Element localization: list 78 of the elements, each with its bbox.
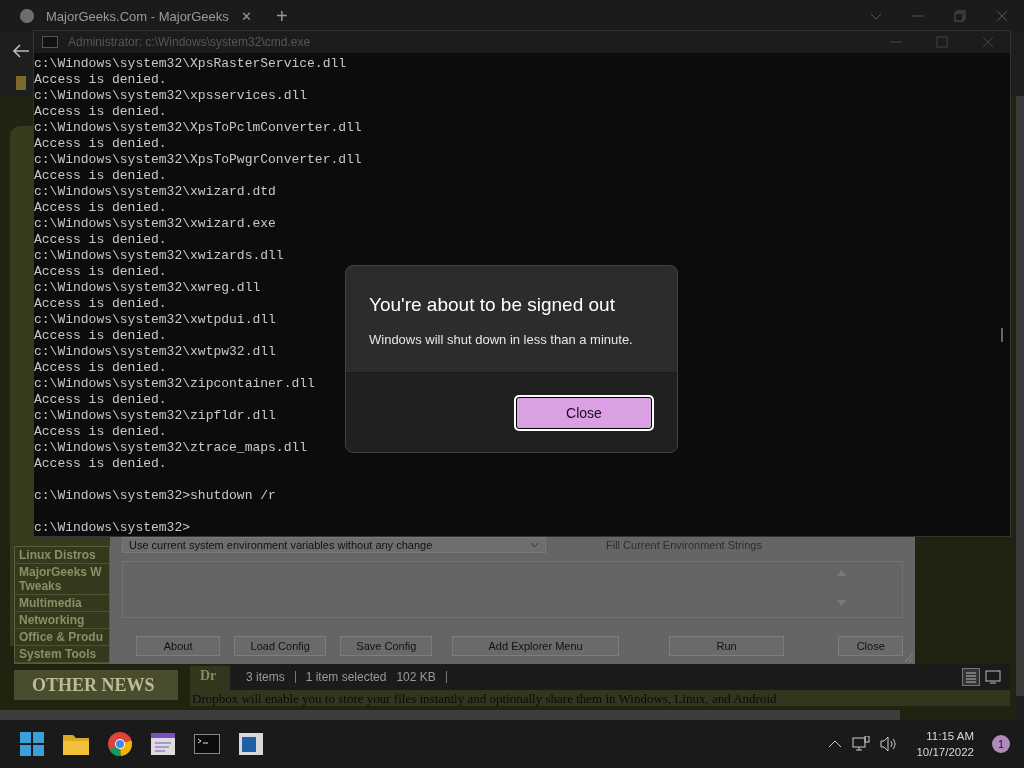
- console-line: Access is denied.: [34, 72, 167, 88]
- environment-dropdown[interactable]: Use current system environment variables without any change: [122, 537, 546, 553]
- category-link[interactable]: MajorGeeks W Tweaks: [15, 564, 109, 595]
- console-line: c:\Windows\system32>: [34, 520, 191, 536]
- new-tab-button[interactable]: +: [276, 4, 288, 28]
- volume-icon[interactable]: [880, 736, 899, 752]
- console-line: Access is denied.: [34, 200, 167, 216]
- console-line: c:\Windows\system32\zipfldr.dll: [34, 408, 276, 424]
- app-window-icon[interactable]: [239, 733, 263, 755]
- dialog-title: You're about to be signed out: [369, 294, 616, 316]
- terminal-icon[interactable]: [194, 734, 220, 754]
- action-button[interactable]: Run: [668, 636, 785, 656]
- details-view-icon[interactable]: [962, 668, 980, 686]
- chevron-up-icon[interactable]: [828, 740, 843, 748]
- console-line: Access is denied.: [34, 392, 167, 408]
- site-favicon-icon: [20, 9, 34, 23]
- console-line: c:\Windows\system32\xwreg.dll: [34, 280, 261, 296]
- window-title: Administrator: c:\Windows\system32\cmd.exe: [68, 35, 311, 49]
- console-line: Access is denied.: [34, 328, 167, 344]
- console-line: c:\Windows\system32\xpsservices.dll: [34, 88, 308, 104]
- console-line: Access is denied.: [34, 264, 167, 280]
- category-link[interactable]: Linux Distros: [15, 547, 109, 564]
- tiles-view-icon[interactable]: [984, 668, 1002, 686]
- resize-grip-icon[interactable]: [905, 654, 913, 662]
- console-line: c:\Windows\system32\XpsRasterService.dll: [34, 56, 347, 72]
- horizontal-scrollbar[interactable]: [0, 710, 900, 720]
- console-line: Access is denied.: [34, 136, 167, 152]
- category-link[interactable]: Office & Produ: [15, 629, 109, 646]
- selection-status: 1 item selected: [305, 670, 387, 684]
- start-icon[interactable]: [20, 732, 44, 756]
- tab-close-button[interactable]: ✕: [240, 8, 252, 24]
- dialog-message: Windows will shut down in less than a minute.: [369, 332, 634, 347]
- console-line: Access is denied.: [34, 232, 167, 248]
- news-heading: OTHER NEWS: [32, 674, 155, 696]
- notification-badge[interactable]: 1: [992, 735, 1010, 753]
- clock-date[interactable]: 10/17/2022: [916, 744, 974, 760]
- clock-time[interactable]: 11:15 AM: [926, 728, 974, 744]
- article-heading[interactable]: Dr: [200, 668, 217, 684]
- action-button[interactable]: Add Explorer Menu: [452, 636, 619, 656]
- category-link[interactable]: Networking: [15, 612, 109, 629]
- category-link[interactable]: Multimedia: [15, 595, 109, 612]
- maximize-icon[interactable]: [936, 36, 948, 48]
- console-line: Access is denied.: [34, 456, 167, 472]
- item-count: 3 items: [246, 670, 285, 684]
- restore-icon[interactable]: [954, 10, 966, 22]
- close-button[interactable]: Close: [514, 394, 654, 431]
- console-line: c:\Windows\system32\ztrace_maps.dll: [34, 440, 308, 456]
- action-button[interactable]: Load Config: [234, 636, 327, 656]
- close-icon[interactable]: [996, 10, 1008, 22]
- console-icon: [42, 36, 58, 48]
- console-line: Access is denied.: [34, 168, 167, 184]
- category-link[interactable]: System Tools: [15, 646, 109, 663]
- scrollbar-thumb[interactable]: [1001, 328, 1003, 342]
- console-line: Access is denied.: [34, 104, 167, 120]
- selection-size: 102 KB: [396, 670, 436, 684]
- network-icon[interactable]: [852, 736, 871, 752]
- console-line: c:\Windows\system32\xwtpw32.dll: [34, 344, 276, 360]
- console-line: c:\Windows\system32\XpsToPwgrConverter.dll: [34, 152, 362, 168]
- browser-icon[interactable]: [108, 732, 132, 756]
- console-line: c:\Windows\system32\xwizard.dtd: [34, 184, 276, 200]
- dropdown-caret-icon: [530, 542, 539, 548]
- action-button[interactable]: Save Config: [340, 636, 433, 656]
- console-line: c:\Windows\system32\xwizard.exe: [34, 216, 276, 232]
- console-line: c:\Windows\system32\zipcontainer.dll: [34, 376, 315, 392]
- console-line: c:\Windows\system32\XpsToPclmConverter.dll: [34, 120, 362, 136]
- console-line: Access is denied.: [34, 360, 167, 376]
- tab-title[interactable]: MajorGeeks.Com - MajorGeeks: [46, 8, 229, 24]
- console-line: Access is denied.: [34, 424, 167, 440]
- notepad-icon[interactable]: [151, 733, 175, 755]
- console-line: c:\Windows\system32>shutdown /r: [34, 488, 276, 504]
- action-button[interactable]: About: [136, 636, 221, 656]
- console-line: c:\Windows\system32\xwizards.dll: [34, 248, 284, 264]
- console-line: Access is denied.: [34, 296, 167, 312]
- back-arrow-icon[interactable]: [12, 43, 30, 59]
- close-icon[interactable]: [982, 36, 994, 48]
- console-line: c:\Windows\system32\xwtpdui.dll: [34, 312, 276, 328]
- action-button[interactable]: Close: [838, 636, 903, 656]
- vertical-scrollbar[interactable]: [1016, 96, 1024, 696]
